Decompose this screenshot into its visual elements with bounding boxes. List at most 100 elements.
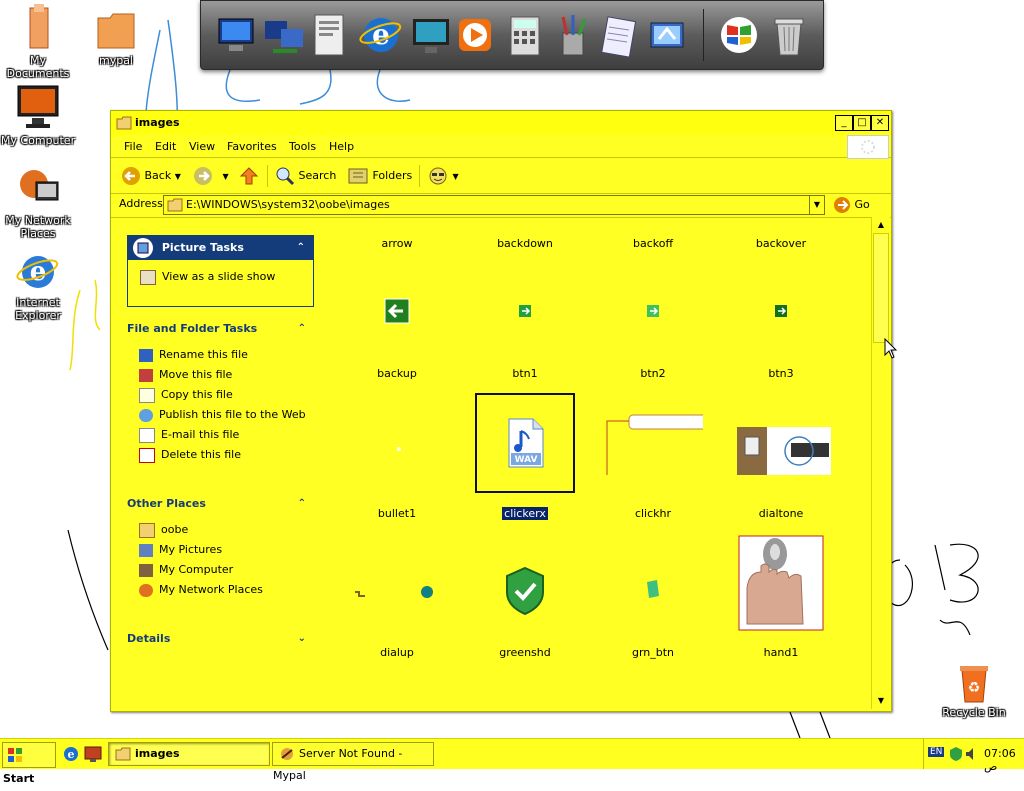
file-item[interactable]: backoff [589,217,717,250]
volume-icon[interactable] [964,746,980,762]
title-bar[interactable]: images _ □ ✕ [111,111,891,135]
show-desktop-icon[interactable] [84,745,102,763]
file-item[interactable]: backdown [461,217,589,250]
desktop-icon-my-network-places[interactable]: My Network Places [0,164,78,240]
display-icon[interactable] [409,13,453,57]
close-button[interactable]: ✕ [871,115,889,131]
place-my-pictures[interactable]: My Pictures [139,541,222,559]
file-item[interactable]: grn_btn [589,530,717,668]
chevron-up-icon[interactable]: ⌃ [298,318,306,340]
file-name: backover [755,237,807,250]
calculator-icon[interactable] [503,13,547,57]
folder-icon [115,747,131,761]
menu-bar: File Edit View Favorites Tools Help [111,135,891,159]
scroll-thumb[interactable] [873,233,889,343]
internet-explorer-icon[interactable]: e [359,13,403,57]
computer-icon [139,563,153,577]
move-icon [139,368,153,382]
hand-mouse-thumbnail [738,535,824,631]
desktop-icon-mypal[interactable]: mypal [76,4,156,67]
task-email[interactable]: E-mail this file [139,426,239,444]
desktop-icon-my-documents[interactable]: My Documents [0,4,78,80]
chevron-down-icon[interactable]: ▼ [453,172,459,181]
chevron-down-icon[interactable]: ▼ [175,172,181,181]
start-button[interactable]: Start [2,742,56,785]
task-publish[interactable]: Publish this file to the Web [139,406,306,424]
file-item[interactable]: greenshd [461,530,589,668]
paint-icon[interactable] [551,13,595,57]
notepad-icon[interactable] [597,13,641,57]
recycle-bin-icon[interactable] [767,13,811,57]
taskbar-button-mypal[interactable]: Server Not Found - Mypal [272,742,434,782]
chevron-up-icon[interactable]: ⌃ [297,236,305,260]
place-my-computer[interactable]: My Computer [139,561,233,579]
media-player-icon[interactable] [453,13,497,57]
back-button[interactable]: Back ▼ [121,164,181,188]
recycle-bin-icon: ♻ [960,666,988,703]
other-places-title: Other Places [127,497,206,510]
go-button[interactable]: Go [833,195,870,215]
menu-view[interactable]: View [189,140,215,153]
task-rename[interactable]: Rename this file [139,346,248,364]
address-dropdown-button[interactable]: ▼ [809,196,824,214]
clickhr-thumbnail [606,414,703,475]
settings-icon[interactable] [645,13,689,57]
desktop-icon-recycle-bin[interactable]: ♻ Recycle Bin [934,660,1014,719]
security-shield-icon[interactable] [948,746,964,762]
address-value: E:\WINDOWS\system32\oobe\images [186,198,390,211]
file-item[interactable]: btn1 [461,251,589,389]
file-item[interactable]: bullet1 [333,391,461,529]
file-item[interactable]: dialtone [717,391,845,529]
menu-tools[interactable]: Tools [289,140,316,153]
up-folder-button[interactable] [239,164,259,188]
menu-favorites[interactable]: Favorites [227,140,277,153]
windows-logo-icon[interactable] [717,13,761,57]
file-item[interactable]: btn2 [589,251,717,389]
file-item[interactable]: clickhr [589,391,717,529]
file-item-selected[interactable]: WAV clickerx [461,391,589,529]
folders-button[interactable]: Folders [347,164,412,188]
search-button[interactable]: Search [275,164,336,188]
place-my-network-places[interactable]: My Network Places [139,581,263,599]
clock: 07:06 ص [984,747,1016,773]
taskbar-button-images[interactable]: images [108,742,270,766]
forward-button[interactable]: ▼ [193,164,229,188]
network-computers-icon[interactable] [263,13,307,57]
file-item[interactable]: btn3 [717,251,845,389]
place-oobe[interactable]: oobe [139,521,188,539]
internet-explorer-icon[interactable]: e [62,745,80,763]
computer-icon[interactable] [215,13,259,57]
task-delete[interactable]: Delete this file [139,446,241,464]
minimize-button[interactable]: _ [835,115,853,131]
desktop-icon-internet-explorer[interactable]: e Internet Explorer [0,250,78,322]
address-input[interactable]: E:\WINDOWS\system32\oobe\images ▼ [163,195,825,215]
task-move[interactable]: Move this file [139,366,232,384]
task-view-slideshow[interactable]: View as a slide show [140,268,275,286]
file-item[interactable]: backup [333,251,461,389]
views-button[interactable]: ▼ [427,164,459,188]
menu-help[interactable]: Help [329,140,354,153]
file-item[interactable]: hand1 [717,530,845,668]
picture-tasks-header[interactable]: Picture Tasks ⌃ [128,236,313,260]
chevron-down-icon[interactable]: ▼ [223,172,229,181]
language-indicator[interactable]: EN [928,747,945,757]
desktop-icon-my-computer[interactable]: My Computer [0,84,78,147]
scroll-down-button[interactable]: ▼ [873,693,889,709]
file-item[interactable]: backover [717,217,845,250]
address-bar: Address E:\WINDOWS\system32\oobe\images … [111,193,891,218]
file-item[interactable]: arrow [333,217,461,250]
details-header[interactable]: Details ⌄ [127,628,312,650]
file-folder-tasks-header[interactable]: File and Folder Tasks ⌃ [127,318,312,340]
other-places-header[interactable]: Other Places ⌃ [127,493,312,515]
task-copy[interactable]: Copy this file [139,386,233,404]
scroll-up-button[interactable]: ▲ [873,217,889,233]
maximize-button[interactable]: □ [853,115,871,131]
task-label: Copy this file [161,388,233,401]
chevron-down-icon[interactable]: ⌄ [298,628,306,650]
vertical-scrollbar[interactable]: ▲ ▼ [871,217,890,709]
documents-icon[interactable] [309,13,353,57]
chevron-up-icon[interactable]: ⌃ [298,493,306,515]
menu-file[interactable]: File [124,140,142,153]
menu-edit[interactable]: Edit [155,140,176,153]
file-item[interactable]: dialup [333,530,461,668]
